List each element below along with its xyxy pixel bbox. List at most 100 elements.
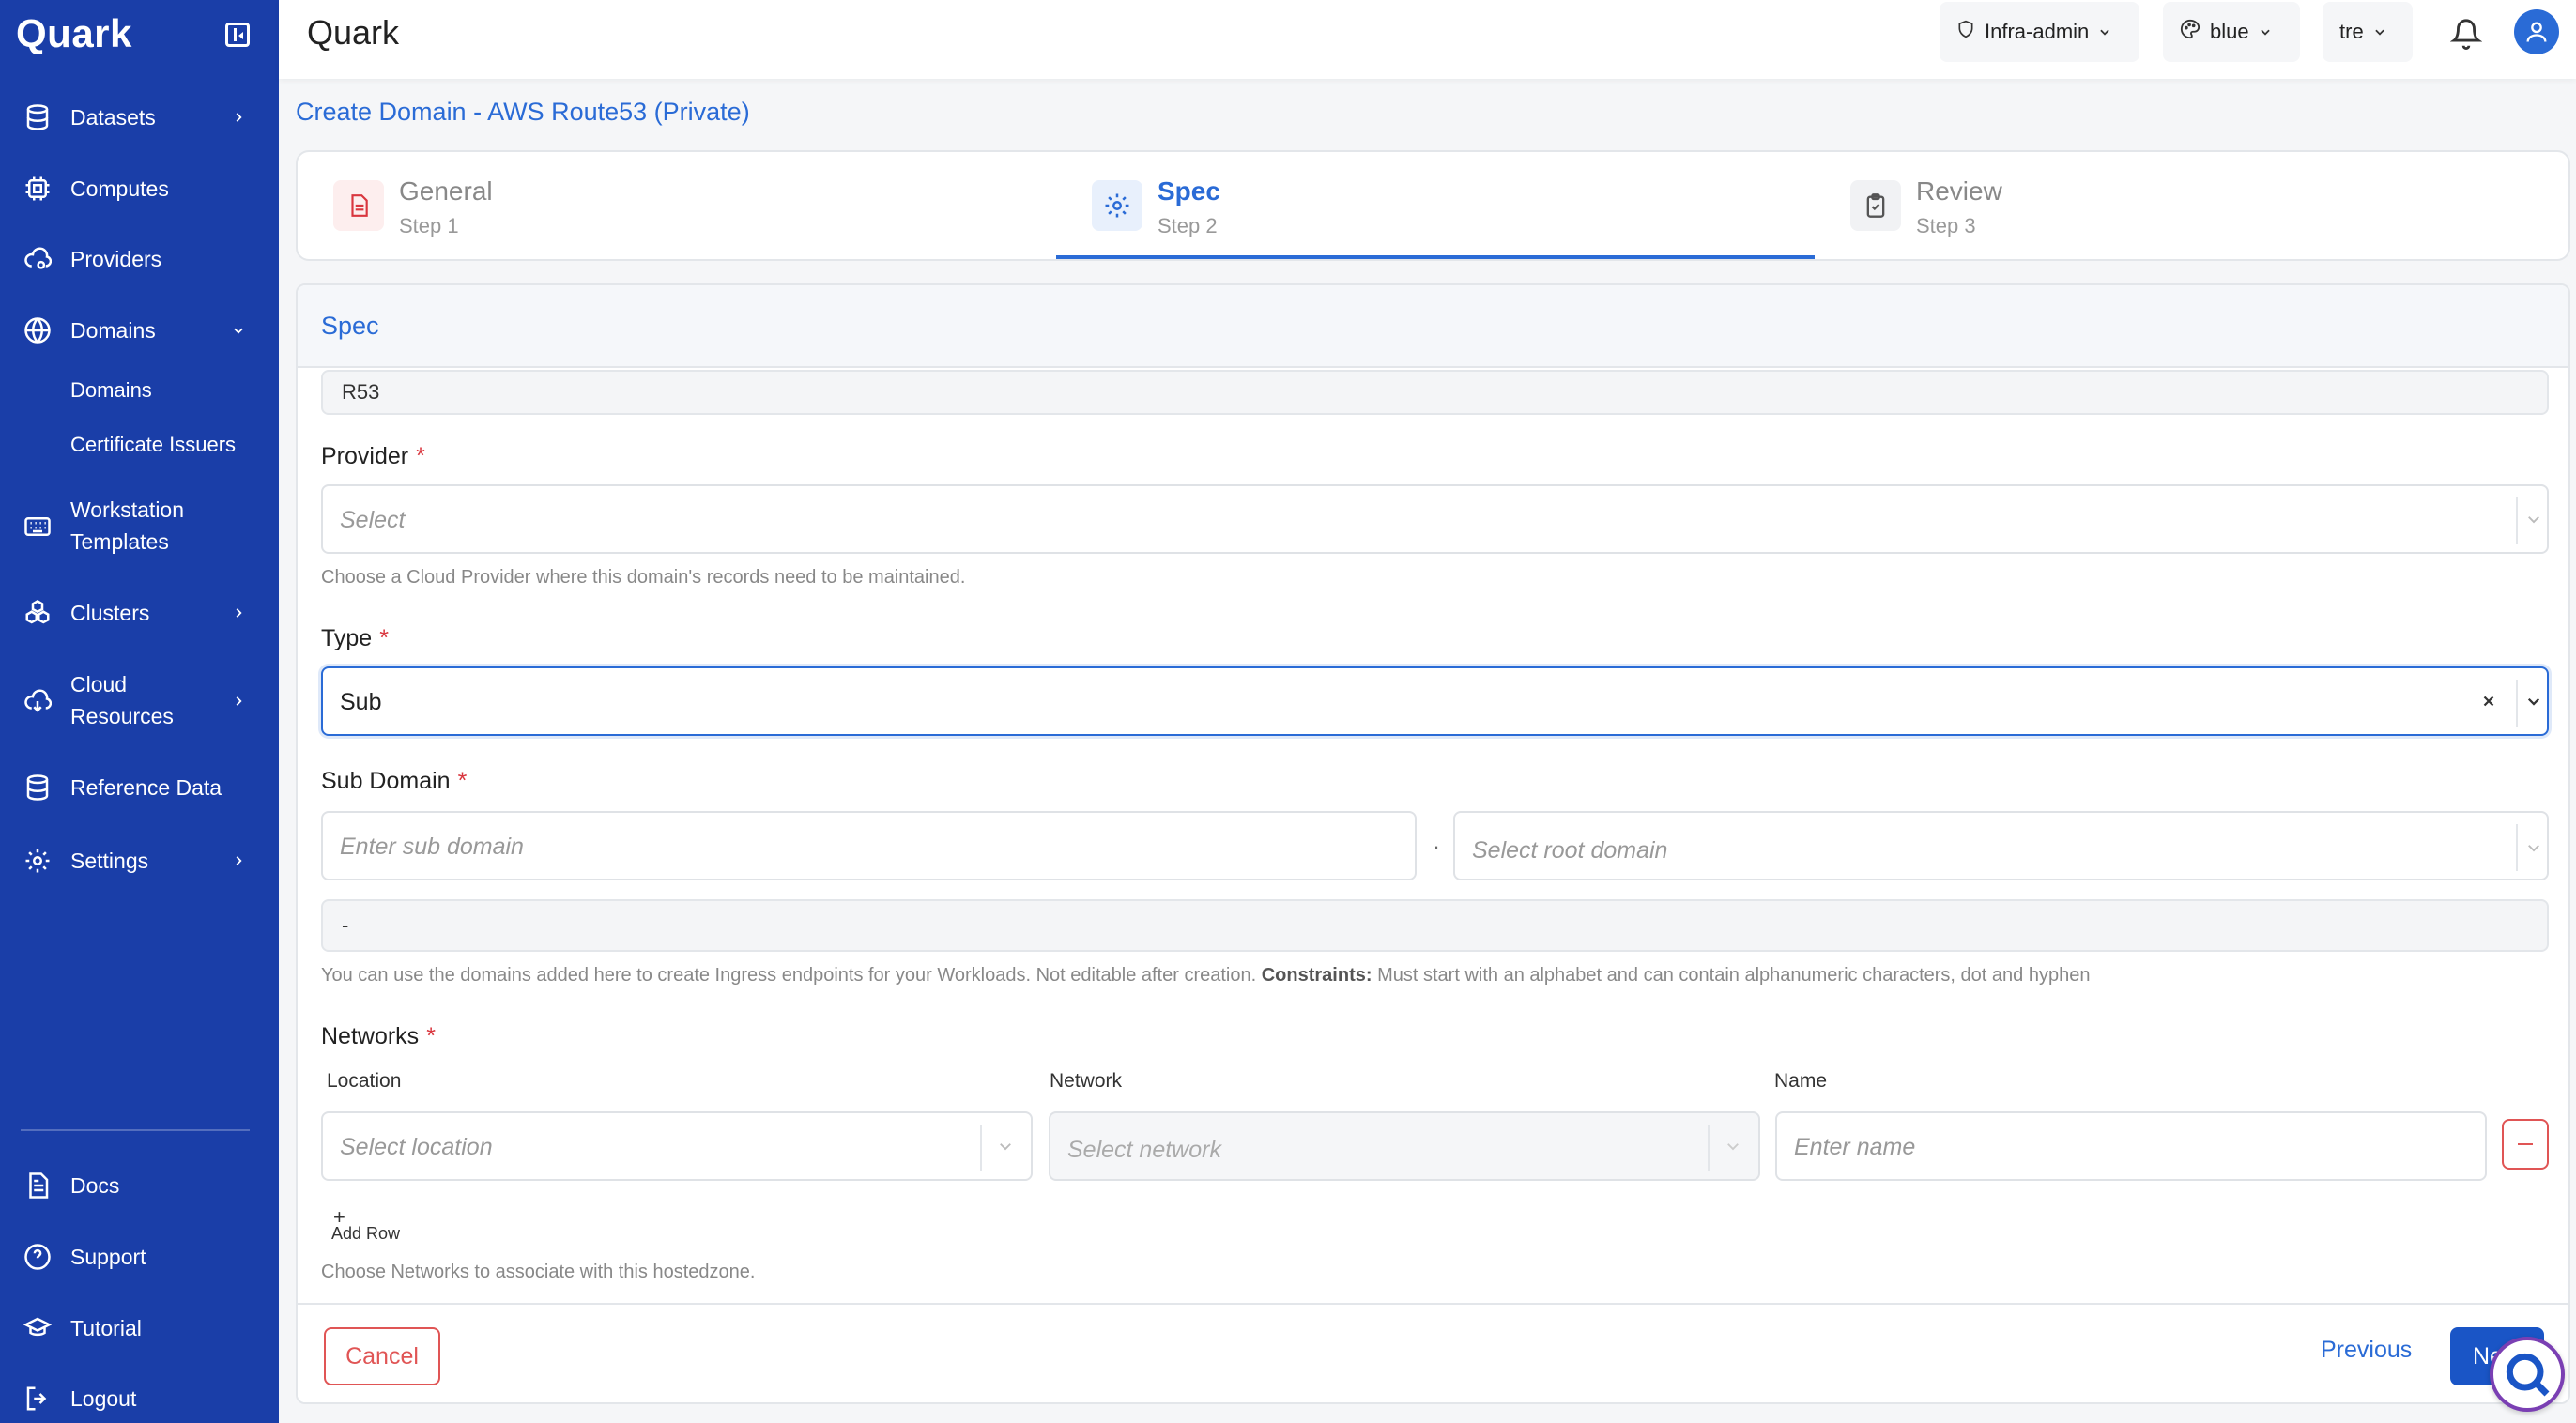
- network-placeholder: Select network: [1067, 1137, 1221, 1163]
- chevron-down-icon: [2373, 20, 2386, 44]
- cancel-button[interactable]: Cancel: [324, 1327, 440, 1385]
- document-icon: [23, 1171, 53, 1201]
- add-row-label: Add Row: [331, 1224, 401, 1243]
- code-readonly-field: R53: [321, 370, 2549, 415]
- role-label: Infra-admin: [1985, 20, 2090, 43]
- gear-icon: [1092, 180, 1142, 231]
- sidebar-item-support[interactable]: Support: [0, 1241, 279, 1273]
- domain-separator: .: [1434, 830, 1440, 853]
- step-subtitle: Step 1: [399, 214, 459, 237]
- sidebar-item-label: Docs: [70, 1173, 120, 1198]
- tenant-selector[interactable]: tre: [2323, 2, 2413, 62]
- card-header-title: Spec: [321, 312, 379, 340]
- sidebar-item-settings[interactable]: Settings: [0, 845, 279, 877]
- form-footer: Cancel Previous Next: [298, 1303, 2568, 1402]
- theme-selector[interactable]: blue: [2163, 2, 2300, 62]
- sub-domain-input[interactable]: Enter sub domain: [321, 811, 1417, 880]
- sub-domain-help-text: You can use the domains added here to cr…: [321, 965, 2091, 986]
- provider-select[interactable]: Select: [321, 484, 2549, 554]
- sidebar-divider: [21, 1129, 250, 1131]
- cloud-download-icon: [23, 686, 53, 716]
- sidebar-item-label: Domains: [70, 318, 156, 343]
- sidebar-item-cloud-resources[interactable]: Cloud Resources: [0, 668, 279, 734]
- help-circle-icon: [23, 1242, 53, 1272]
- clear-icon[interactable]: [2479, 692, 2498, 711]
- step-general[interactable]: General Step 1: [298, 152, 1056, 259]
- sidebar-subitem-certificate-issuers[interactable]: Certificate Issuers: [70, 433, 236, 457]
- role-selector[interactable]: Infra-admin: [1940, 2, 2139, 62]
- sub-domain-placeholder: Enter sub domain: [340, 834, 524, 860]
- keyboard-icon: [23, 512, 53, 542]
- bell-icon[interactable]: [2449, 17, 2483, 51]
- chevron-down-icon: [2098, 20, 2111, 44]
- step-title: Review: [1916, 176, 2002, 206]
- logout-icon: [23, 1384, 53, 1414]
- active-step-indicator: [1056, 255, 1815, 259]
- brand-logo[interactable]: Quark: [16, 11, 132, 56]
- collapse-sidebar-icon[interactable]: [225, 23, 250, 47]
- sidebar-item-computes[interactable]: Computes: [0, 173, 279, 205]
- add-row-button[interactable]: + Add Row: [331, 1207, 401, 1244]
- sidebar-item-domains[interactable]: Domains: [0, 314, 279, 346]
- sidebar-item-label: Cloud Resources: [70, 672, 174, 728]
- chevron-down-icon[interactable]: [2524, 692, 2543, 711]
- location-select[interactable]: Select location: [321, 1111, 1033, 1181]
- app-header-title: Quark: [307, 13, 400, 52]
- chevron-down-icon: [2524, 838, 2543, 857]
- cloud-settings-icon: [23, 244, 53, 274]
- cpu-icon: [23, 174, 53, 204]
- shield-icon: [1956, 19, 1975, 45]
- step-subtitle: Step 3: [1916, 214, 1976, 237]
- sidebar-subitem-domains[interactable]: Domains: [70, 378, 152, 403]
- previous-button[interactable]: Previous: [2321, 1337, 2412, 1364]
- chevron-right-icon: [229, 604, 248, 622]
- chevron-right-icon: [229, 692, 248, 711]
- step-spec[interactable]: Spec Step 2: [1056, 152, 1815, 259]
- sidebar-item-docs[interactable]: Docs: [0, 1170, 279, 1201]
- sidebar-item-logout[interactable]: Logout: [0, 1383, 279, 1415]
- card-header: Spec: [298, 285, 2568, 368]
- spec-form-card: Spec R53 Provider * Select Choose a Cloud…: [296, 283, 2570, 1404]
- theme-label: blue: [2210, 20, 2249, 43]
- name-placeholder: Enter name: [1794, 1134, 1916, 1160]
- root-domain-select[interactable]: Select root domain: [1453, 811, 2549, 880]
- page-title: Create Domain - AWS Route53 (Private): [296, 98, 750, 126]
- user-avatar[interactable]: [2514, 9, 2559, 54]
- networks-help-text: Choose Networks to associate with this h…: [321, 1262, 756, 1282]
- sidebar-item-providers[interactable]: Providers: [0, 243, 279, 275]
- chevron-right-icon: [229, 851, 248, 870]
- sidebar-item-label: Clusters: [70, 601, 150, 625]
- help-chat-bubble[interactable]: [2490, 1337, 2565, 1412]
- sidebar: Quark Datasets Computes Providers Domain…: [0, 0, 279, 1423]
- remove-row-button[interactable]: [2502, 1119, 2549, 1170]
- gear-icon: [23, 846, 53, 876]
- name-column-label: Name: [1774, 1070, 1828, 1092]
- type-select[interactable]: Sub: [321, 666, 2549, 736]
- network-name-input[interactable]: Enter name: [1775, 1111, 2487, 1181]
- step-review[interactable]: Review Step 3: [1815, 152, 2568, 259]
- chevron-down-icon: [229, 321, 248, 340]
- sidebar-item-datasets[interactable]: Datasets: [0, 101, 279, 133]
- sidebar-item-label: Logout: [70, 1386, 137, 1411]
- globe-icon: [23, 315, 53, 345]
- chevron-down-icon: [1724, 1137, 1742, 1155]
- provider-help-text: Choose a Cloud Provider where this domai…: [321, 567, 966, 588]
- sidebar-item-clusters[interactable]: Clusters: [0, 597, 279, 629]
- chevron-down-icon: [2259, 20, 2272, 44]
- chevron-down-icon: [2524, 510, 2543, 528]
- provider-label: Provider *: [321, 443, 425, 469]
- provider-placeholder: Select: [340, 507, 406, 533]
- sidebar-item-tutorial[interactable]: Tutorial: [0, 1312, 279, 1344]
- fqdn-preview: -: [321, 899, 2549, 952]
- sidebar-item-reference-data[interactable]: Reference Data: [0, 772, 279, 803]
- palette-icon: [2180, 19, 2200, 45]
- step-subtitle: Step 2: [1158, 214, 1218, 237]
- root-domain-placeholder: Select root domain: [1472, 837, 1668, 864]
- step-title: Spec: [1158, 176, 1220, 206]
- graduation-cap-icon: [23, 1313, 53, 1343]
- sidebar-item-workstation-templates[interactable]: Workstation Templates: [0, 494, 279, 559]
- tenant-label: tre: [2339, 20, 2364, 43]
- sidebar-item-label: Tutorial: [70, 1316, 142, 1340]
- sidebar-item-label: Reference Data: [70, 775, 222, 800]
- network-select[interactable]: Select network: [1049, 1111, 1760, 1181]
